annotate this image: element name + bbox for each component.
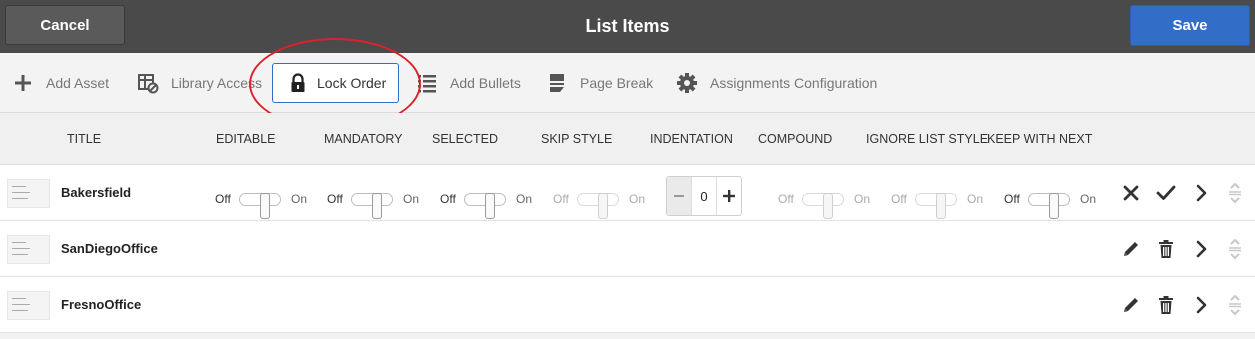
asset-thumbnail xyxy=(7,179,50,208)
toggle-knob[interactable] xyxy=(372,193,382,219)
pencil-icon[interactable] xyxy=(1120,294,1142,316)
minus-icon[interactable] xyxy=(667,177,691,215)
asset-thumbnail xyxy=(7,291,50,320)
table-row[interactable]: FresnoOffice xyxy=(0,277,1255,333)
toggle-on-label: On xyxy=(854,192,871,206)
chevron-right-icon[interactable] xyxy=(1190,238,1212,260)
toggle-off-label: Off xyxy=(1004,192,1020,206)
assignments-configuration-button[interactable]: Assignments Configuration xyxy=(676,62,877,103)
column-title: TITLE xyxy=(67,132,102,146)
table-row[interactable]: Bakersfield Off On Off On Off On Off On … xyxy=(0,165,1255,221)
page-break-icon xyxy=(546,72,568,94)
column-keep-with-next: KEEP WITH NEXT xyxy=(987,132,1093,146)
pencil-icon[interactable] xyxy=(1120,238,1142,260)
reorder-icon[interactable] xyxy=(1224,294,1246,316)
page-title: List Items xyxy=(585,16,670,36)
add-asset-button[interactable]: Add Asset xyxy=(12,62,109,103)
toggle-knob[interactable] xyxy=(598,193,608,219)
row-title: Bakersfield xyxy=(61,185,132,200)
assignments-configuration-label: Assignments Configuration xyxy=(710,74,878,91)
table-row[interactable]: SanDiegoOffice xyxy=(0,221,1255,277)
column-header: TITLE EDITABLE MANDATORY SELECTED SKIP S… xyxy=(0,113,1255,165)
chevron-right-icon[interactable] xyxy=(1190,294,1212,316)
bullets-icon xyxy=(416,72,438,94)
toggle-knob[interactable] xyxy=(936,193,946,219)
page-break-label: Page Break xyxy=(580,74,654,91)
toggle-on-label: On xyxy=(629,192,646,206)
trash-icon[interactable] xyxy=(1155,238,1177,260)
lock-icon xyxy=(287,72,309,94)
toggle-off-label: Off xyxy=(440,192,456,206)
toggle-on-label: On xyxy=(516,192,533,206)
gear-icon xyxy=(676,72,698,94)
row-title: FresnoOffice xyxy=(61,297,142,312)
toggle-on-label: On xyxy=(291,192,308,206)
column-editable: EDITABLE xyxy=(216,132,276,146)
toggle-track xyxy=(915,193,957,219)
close-icon[interactable] xyxy=(1120,182,1142,204)
column-ignore-list-style: IGNORE LIST STYLE xyxy=(866,132,989,146)
toggle-track xyxy=(464,193,506,219)
toggle-knob[interactable] xyxy=(485,193,495,219)
column-selected: SELECTED xyxy=(432,132,498,146)
lock-order-label: Lock Order xyxy=(317,75,387,91)
cancel-button[interactable]: Cancel xyxy=(5,5,125,45)
toggle-track xyxy=(239,193,281,219)
toggle-off-label: Off xyxy=(891,192,907,206)
save-button[interactable]: Save xyxy=(1130,5,1250,46)
add-asset-label: Add Asset xyxy=(46,74,110,91)
toggle-knob[interactable] xyxy=(260,193,270,219)
toggle-track xyxy=(351,193,393,219)
lock-order-button[interactable]: Lock Order xyxy=(272,63,399,103)
toggle-knob[interactable] xyxy=(1049,193,1059,219)
reorder-icon[interactable] xyxy=(1224,182,1246,204)
indentation-stepper[interactable]: 0 xyxy=(666,176,742,216)
check-icon[interactable] xyxy=(1155,182,1177,204)
toggle-on-label: On xyxy=(967,192,984,206)
row-title: SanDiegoOffice xyxy=(61,241,158,256)
column-mandatory: MANDATORY xyxy=(324,132,403,146)
plus-icon xyxy=(12,72,34,94)
page-break-button[interactable]: Page Break xyxy=(546,62,653,103)
library-access-label: Library Access xyxy=(171,74,263,91)
asset-thumbnail xyxy=(7,235,50,264)
toggle-track xyxy=(1028,193,1070,219)
column-indentation: INDENTATION xyxy=(650,132,733,146)
toggle-off-label: Off xyxy=(327,192,343,206)
toggle-off-label: Off xyxy=(778,192,794,206)
toggle-off-label: Off xyxy=(215,192,231,206)
top-bar: Cancel List Items Save xyxy=(0,0,1255,53)
chevron-right-icon[interactable] xyxy=(1190,182,1212,204)
plus-icon[interactable] xyxy=(717,177,741,215)
add-bullets-label: Add Bullets xyxy=(450,74,521,91)
indentation-value[interactable]: 0 xyxy=(690,177,718,215)
toggle-on-label: On xyxy=(403,192,420,206)
library-icon xyxy=(137,72,159,94)
toggle-track xyxy=(802,193,844,219)
toggle-knob[interactable] xyxy=(823,193,833,219)
toggle-off-label: Off xyxy=(553,192,569,206)
column-compound: COMPOUND xyxy=(758,132,833,146)
toggle-on-label: On xyxy=(1080,192,1097,206)
add-bullets-button[interactable]: Add Bullets xyxy=(416,62,521,103)
library-access-button[interactable]: Library Access xyxy=(137,62,262,103)
toggle-track xyxy=(577,193,619,219)
toolbar: Add Asset Library Access Lock Order Add … xyxy=(0,53,1255,113)
trash-icon[interactable] xyxy=(1155,294,1177,316)
column-skip-style: SKIP STYLE xyxy=(541,132,613,146)
reorder-icon[interactable] xyxy=(1224,238,1246,260)
